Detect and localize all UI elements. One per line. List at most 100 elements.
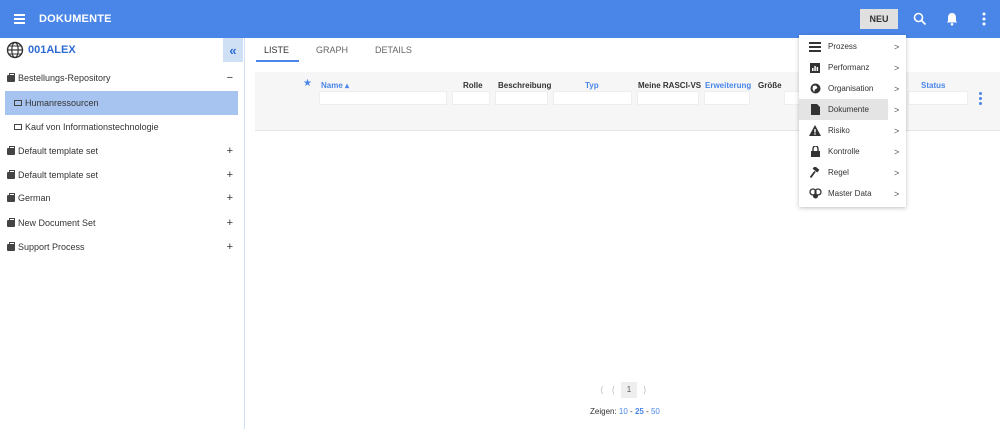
tree-item-label: German bbox=[18, 193, 51, 203]
chevron-right-icon: > bbox=[894, 41, 900, 52]
current-page-number[interactable]: 1 bbox=[621, 382, 638, 398]
chevron-right-icon: > bbox=[894, 167, 900, 178]
collapse-sidebar-button[interactable]: « bbox=[223, 38, 243, 62]
tree-item-label: Default template set bbox=[18, 146, 99, 156]
repository-sidebar: 001ALEX « Bestellungs-Repository − Human… bbox=[0, 38, 245, 429]
tree-item-label: Kauf von Informationstechnologie bbox=[25, 122, 159, 132]
expand-icon[interactable]: + bbox=[227, 192, 233, 204]
process-icon bbox=[808, 41, 822, 53]
expand-icon[interactable]: + bbox=[227, 241, 233, 253]
chevron-right-icon: > bbox=[894, 188, 900, 199]
briefcase-icon bbox=[7, 169, 15, 179]
chevron-right-icon: > bbox=[894, 62, 900, 73]
expand-icon[interactable]: + bbox=[227, 217, 233, 229]
page-size-separator: - bbox=[643, 407, 651, 416]
status-filter-input[interactable] bbox=[908, 91, 968, 105]
tree-item-german[interactable]: German + bbox=[0, 186, 245, 210]
menu-item-organisation[interactable]: Organisation > bbox=[799, 78, 906, 99]
tab-graph[interactable]: GRAPH bbox=[314, 38, 350, 62]
collapse-icon[interactable]: − bbox=[227, 72, 233, 84]
column-header-status[interactable]: Status bbox=[921, 81, 945, 90]
briefcase-icon bbox=[7, 241, 15, 251]
menu-item-label: Risiko bbox=[828, 126, 850, 135]
new-item-dropdown-menu: Prozess > Performanz > Organisation > Do… bbox=[799, 35, 906, 207]
briefcase-icon bbox=[7, 145, 15, 155]
gavel-icon bbox=[808, 167, 822, 179]
view-tabs: LISTE GRAPH DETAILS bbox=[255, 38, 437, 62]
repository-root-name[interactable]: 001ALEX bbox=[28, 44, 76, 56]
notification-bell-icon[interactable] bbox=[936, 0, 968, 38]
tree-item-humanressourcen[interactable]: Humanressourcen bbox=[5, 91, 238, 115]
tree-item-support-process[interactable]: Support Process + bbox=[0, 235, 245, 259]
menu-item-master-data[interactable]: Master Data > bbox=[799, 183, 906, 204]
briefcase-icon bbox=[7, 192, 15, 202]
menu-item-risiko[interactable]: Risiko > bbox=[799, 120, 906, 141]
document-icon bbox=[808, 104, 822, 116]
favorite-star-icon[interactable]: ★ bbox=[303, 78, 312, 89]
tree-item-label: Bestellungs-Repository bbox=[18, 73, 111, 83]
tab-details[interactable]: DETAILS bbox=[373, 38, 414, 62]
beschreibung-filter-input[interactable] bbox=[495, 91, 548, 105]
column-header-erweiterung[interactable]: Erweiterung bbox=[705, 81, 751, 90]
hamburger-menu-icon[interactable] bbox=[6, 0, 32, 38]
sidebar-header: 001ALEX « bbox=[0, 38, 244, 62]
next-page-icon[interactable]: ⟩ bbox=[643, 385, 647, 396]
pagination: ⟨ ⟨ 1 ⟩ bbox=[600, 382, 680, 398]
menu-item-label: Performanz bbox=[828, 63, 870, 72]
menu-item-label: Master Data bbox=[828, 189, 872, 198]
menu-item-label: Regel bbox=[828, 168, 849, 177]
tab-liste[interactable]: LISTE bbox=[255, 38, 300, 62]
tree-item-bestellungs-repository[interactable]: Bestellungs-Repository − bbox=[0, 66, 245, 90]
page-size-10[interactable]: 10 bbox=[619, 407, 628, 416]
column-header-typ[interactable]: Typ bbox=[585, 81, 599, 90]
column-header-groesse[interactable]: Größe bbox=[758, 81, 782, 90]
column-header-rasci[interactable]: Meine RASCI-VS bbox=[638, 81, 701, 90]
risk-warning-icon bbox=[808, 125, 822, 137]
master-data-icon bbox=[808, 188, 822, 200]
chevron-right-icon: > bbox=[894, 125, 900, 136]
menu-item-label: Kontrolle bbox=[828, 147, 860, 156]
first-page-icon[interactable]: ⟨ bbox=[600, 385, 604, 396]
rasci-filter-input[interactable] bbox=[637, 91, 699, 105]
chevron-right-icon: > bbox=[894, 104, 900, 115]
tree-item-kauf-von-it[interactable]: Kauf von Informationstechnologie bbox=[0, 115, 245, 139]
expand-icon[interactable]: + bbox=[227, 145, 233, 157]
name-filter-input[interactable] bbox=[319, 91, 447, 105]
menu-item-dokumente[interactable]: Dokumente > bbox=[799, 99, 899, 120]
briefcase-icon bbox=[7, 217, 15, 227]
top-app-bar: DOKUMENTE NEU bbox=[0, 0, 1000, 38]
menu-item-label: Organisation bbox=[828, 84, 874, 93]
column-options-icon[interactable] bbox=[979, 92, 983, 105]
prev-page-icon[interactable]: ⟨ bbox=[612, 385, 616, 396]
tree-item-default-template-set-1[interactable]: Default template set + bbox=[0, 139, 245, 163]
menu-item-kontrolle[interactable]: Kontrolle > bbox=[799, 141, 906, 162]
page-title: DOKUMENTE bbox=[39, 13, 112, 25]
tree-item-label: Humanressourcen bbox=[25, 98, 99, 108]
search-icon[interactable] bbox=[904, 0, 936, 38]
typ-filter-input[interactable] bbox=[553, 91, 632, 105]
column-header-name[interactable]: Name ▴ bbox=[321, 81, 349, 90]
erweiterung-filter-input[interactable] bbox=[704, 91, 750, 105]
chevron-right-icon: > bbox=[894, 83, 900, 94]
page-size-50[interactable]: 50 bbox=[651, 407, 660, 416]
rolle-filter-input[interactable] bbox=[452, 91, 490, 105]
lock-icon bbox=[808, 146, 822, 158]
page-size-25[interactable]: 25 bbox=[635, 407, 644, 416]
more-options-icon[interactable] bbox=[968, 0, 1000, 38]
menu-item-prozess[interactable]: Prozess > bbox=[799, 36, 906, 57]
menu-item-regel[interactable]: Regel > bbox=[799, 162, 906, 183]
tree-item-default-template-set-2[interactable]: Default template set + bbox=[0, 163, 245, 187]
page-size-selector: Zeigen: 10 - 25 - 50 bbox=[590, 407, 660, 416]
column-header-beschreibung[interactable]: Beschreibung bbox=[498, 81, 551, 90]
menu-item-label: Prozess bbox=[828, 42, 857, 51]
folder-icon bbox=[14, 100, 22, 106]
performance-icon bbox=[808, 62, 822, 74]
column-header-rolle[interactable]: Rolle bbox=[463, 81, 483, 90]
tree-item-new-document-set[interactable]: New Document Set + bbox=[0, 211, 245, 235]
new-button[interactable]: NEU bbox=[860, 9, 898, 29]
tree-item-label: New Document Set bbox=[18, 218, 96, 228]
menu-item-performanz[interactable]: Performanz > bbox=[799, 57, 906, 78]
expand-icon[interactable]: + bbox=[227, 169, 233, 181]
globe-icon bbox=[6, 41, 24, 59]
tree-item-label: Default template set bbox=[18, 170, 99, 180]
